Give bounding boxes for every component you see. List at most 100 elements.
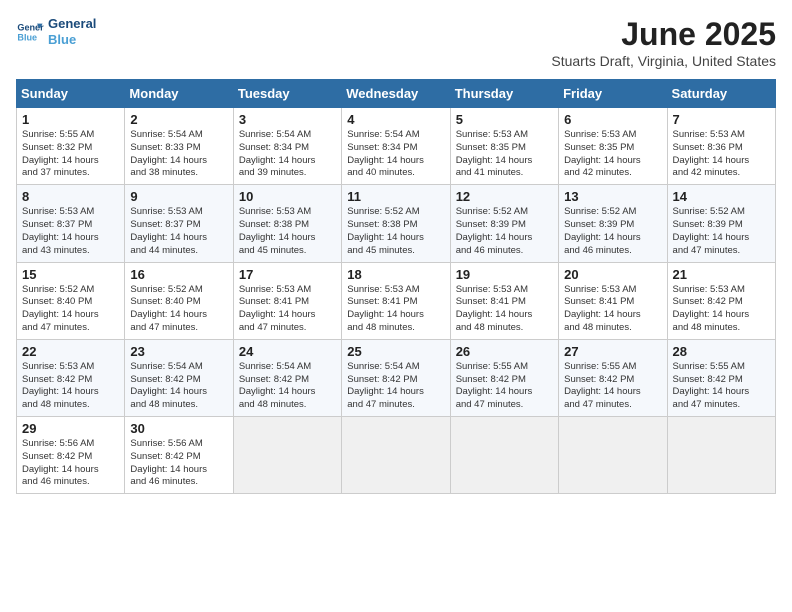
day-number: 21 <box>673 267 770 282</box>
day-number: 29 <box>22 421 119 436</box>
cell-info: Sunrise: 5:52 AM Sunset: 8:40 PM Dayligh… <box>130 284 227 335</box>
day-number: 17 <box>239 267 336 282</box>
day-number: 5 <box>456 112 553 127</box>
calendar-cell: 30Sunrise: 5:56 AM Sunset: 8:42 PM Dayli… <box>125 417 233 494</box>
calendar-week-row: 1 Sunrise: 5:55 AM Sunset: 8:32 PM Daylig… <box>17 108 776 185</box>
weekday-header-monday: Monday <box>125 80 233 108</box>
weekday-header-saturday: Saturday <box>667 80 775 108</box>
day-number: 25 <box>347 344 444 359</box>
calendar-cell: 24 Sunrise: 5:54 AM Sunset: 8:42 PM Dayli… <box>233 339 341 416</box>
cell-info: Sunrise: 5:55 AM Sunset: 8:42 PM Dayligh… <box>564 361 661 412</box>
day-number: 7 <box>673 112 770 127</box>
calendar-cell: 27 Sunrise: 5:55 AM Sunset: 8:42 PM Dayli… <box>559 339 667 416</box>
cell-info: Sunrise: 5:53 AM Sunset: 8:42 PM Dayligh… <box>22 361 119 412</box>
calendar-cell: 6 Sunrise: 5:53 AM Sunset: 8:35 PM Daylig… <box>559 108 667 185</box>
cell-info: Sunrise: 5:53 AM Sunset: 8:41 PM Dayligh… <box>564 284 661 335</box>
day-number: 24 <box>239 344 336 359</box>
calendar-cell <box>233 417 341 494</box>
day-number: 2 <box>130 112 227 127</box>
calendar-cell <box>559 417 667 494</box>
month-title: June 2025 <box>551 16 776 53</box>
day-number: 13 <box>564 189 661 204</box>
calendar-cell: 29 Sunrise: 5:56 AM Sunset: 8:42 PM Dayli… <box>17 417 125 494</box>
day-number: 3 <box>239 112 336 127</box>
cell-info: Sunrise: 5:54 AM Sunset: 8:34 PM Dayligh… <box>239 129 336 180</box>
cell-info: Sunrise: 5:53 AM Sunset: 8:41 PM Dayligh… <box>456 284 553 335</box>
calendar-cell: 11 Sunrise: 5:52 AM Sunset: 8:38 PM Dayli… <box>342 185 450 262</box>
day-number: 27 <box>564 344 661 359</box>
weekday-header-thursday: Thursday <box>450 80 558 108</box>
calendar-cell: 20 Sunrise: 5:53 AM Sunset: 8:41 PM Dayli… <box>559 262 667 339</box>
calendar-week-row: 8Sunrise: 5:53 AM Sunset: 8:37 PM Daylig… <box>17 185 776 262</box>
calendar-cell: 16 Sunrise: 5:52 AM Sunset: 8:40 PM Dayli… <box>125 262 233 339</box>
weekday-header-tuesday: Tuesday <box>233 80 341 108</box>
cell-info: Sunrise: 5:52 AM Sunset: 8:38 PM Dayligh… <box>347 206 444 257</box>
cell-info: Sunrise: 5:55 AM Sunset: 8:32 PM Dayligh… <box>22 129 119 180</box>
calendar-cell: 7 Sunrise: 5:53 AM Sunset: 8:36 PM Daylig… <box>667 108 775 185</box>
calendar-cell <box>667 417 775 494</box>
calendar-cell: 12 Sunrise: 5:52 AM Sunset: 8:39 PM Dayli… <box>450 185 558 262</box>
cell-info: Sunrise: 5:53 AM Sunset: 8:36 PM Dayligh… <box>673 129 770 180</box>
calendar-table: SundayMondayTuesdayWednesdayThursdayFrid… <box>16 79 776 494</box>
cell-info: Sunrise: 5:54 AM Sunset: 8:42 PM Dayligh… <box>130 361 227 412</box>
day-number: 18 <box>347 267 444 282</box>
cell-info: Sunrise: 5:52 AM Sunset: 8:39 PM Dayligh… <box>673 206 770 257</box>
day-number: 26 <box>456 344 553 359</box>
cell-info: Sunrise: 5:53 AM Sunset: 8:42 PM Dayligh… <box>673 284 770 335</box>
weekday-header-friday: Friday <box>559 80 667 108</box>
cell-info: Sunrise: 5:53 AM Sunset: 8:35 PM Dayligh… <box>456 129 553 180</box>
weekday-header-sunday: Sunday <box>17 80 125 108</box>
day-number: 15 <box>22 267 119 282</box>
calendar-cell: 5 Sunrise: 5:53 AM Sunset: 8:35 PM Daylig… <box>450 108 558 185</box>
logo: General Blue General Blue <box>16 16 96 47</box>
cell-info: Sunrise: 5:54 AM Sunset: 8:42 PM Dayligh… <box>239 361 336 412</box>
cell-info: Sunrise: 5:55 AM Sunset: 8:42 PM Dayligh… <box>456 361 553 412</box>
day-number: 6 <box>564 112 661 127</box>
cell-info: Sunrise: 5:53 AM Sunset: 8:41 PM Dayligh… <box>239 284 336 335</box>
page-header: General Blue General Blue June 2025 Stua… <box>16 16 776 69</box>
calendar-cell: 2 Sunrise: 5:54 AM Sunset: 8:33 PM Daylig… <box>125 108 233 185</box>
calendar-cell: 17 Sunrise: 5:53 AM Sunset: 8:41 PM Dayli… <box>233 262 341 339</box>
day-number: 12 <box>456 189 553 204</box>
day-number: 9 <box>130 189 227 204</box>
day-number: 4 <box>347 112 444 127</box>
day-number: 28 <box>673 344 770 359</box>
cell-info: Sunrise: 5:56 AM Sunset: 8:42 PM Dayligh… <box>22 438 119 489</box>
day-number: 11 <box>347 189 444 204</box>
calendar-cell: 8Sunrise: 5:53 AM Sunset: 8:37 PM Daylig… <box>17 185 125 262</box>
calendar-cell: 19Sunrise: 5:53 AM Sunset: 8:41 PM Dayli… <box>450 262 558 339</box>
cell-info: Sunrise: 5:54 AM Sunset: 8:34 PM Dayligh… <box>347 129 444 180</box>
weekday-header-row: SundayMondayTuesdayWednesdayThursdayFrid… <box>17 80 776 108</box>
calendar-week-row: 22 Sunrise: 5:53 AM Sunset: 8:42 PM Dayli… <box>17 339 776 416</box>
calendar-cell: 28 Sunrise: 5:55 AM Sunset: 8:42 PM Dayli… <box>667 339 775 416</box>
cell-info: Sunrise: 5:53 AM Sunset: 8:35 PM Dayligh… <box>564 129 661 180</box>
day-number: 20 <box>564 267 661 282</box>
cell-info: Sunrise: 5:52 AM Sunset: 8:40 PM Dayligh… <box>22 284 119 335</box>
calendar-cell: 21 Sunrise: 5:53 AM Sunset: 8:42 PM Dayli… <box>667 262 775 339</box>
cell-info: Sunrise: 5:54 AM Sunset: 8:42 PM Dayligh… <box>347 361 444 412</box>
day-number: 14 <box>673 189 770 204</box>
calendar-cell: 1 Sunrise: 5:55 AM Sunset: 8:32 PM Daylig… <box>17 108 125 185</box>
weekday-header-wednesday: Wednesday <box>342 80 450 108</box>
day-number: 22 <box>22 344 119 359</box>
cell-info: Sunrise: 5:55 AM Sunset: 8:42 PM Dayligh… <box>673 361 770 412</box>
calendar-cell: 9 Sunrise: 5:53 AM Sunset: 8:37 PM Daylig… <box>125 185 233 262</box>
day-number: 1 <box>22 112 119 127</box>
calendar-cell: 15 Sunrise: 5:52 AM Sunset: 8:40 PM Dayli… <box>17 262 125 339</box>
calendar-cell: 18Sunrise: 5:53 AM Sunset: 8:41 PM Dayli… <box>342 262 450 339</box>
cell-info: Sunrise: 5:52 AM Sunset: 8:39 PM Dayligh… <box>456 206 553 257</box>
cell-info: Sunrise: 5:53 AM Sunset: 8:37 PM Dayligh… <box>130 206 227 257</box>
calendar-cell: 13 Sunrise: 5:52 AM Sunset: 8:39 PM Dayli… <box>559 185 667 262</box>
day-number: 30 <box>130 421 227 436</box>
calendar-cell <box>450 417 558 494</box>
cell-info: Sunrise: 5:54 AM Sunset: 8:33 PM Dayligh… <box>130 129 227 180</box>
svg-text:Blue: Blue <box>17 32 37 42</box>
cell-info: Sunrise: 5:52 AM Sunset: 8:39 PM Dayligh… <box>564 206 661 257</box>
calendar-cell: 10Sunrise: 5:53 AM Sunset: 8:38 PM Dayli… <box>233 185 341 262</box>
calendar-cell: 14 Sunrise: 5:52 AM Sunset: 8:39 PM Dayli… <box>667 185 775 262</box>
calendar-week-row: 15 Sunrise: 5:52 AM Sunset: 8:40 PM Dayli… <box>17 262 776 339</box>
day-number: 10 <box>239 189 336 204</box>
cell-info: Sunrise: 5:53 AM Sunset: 8:37 PM Dayligh… <box>22 206 119 257</box>
calendar-cell: 26 Sunrise: 5:55 AM Sunset: 8:42 PM Dayli… <box>450 339 558 416</box>
day-number: 16 <box>130 267 227 282</box>
